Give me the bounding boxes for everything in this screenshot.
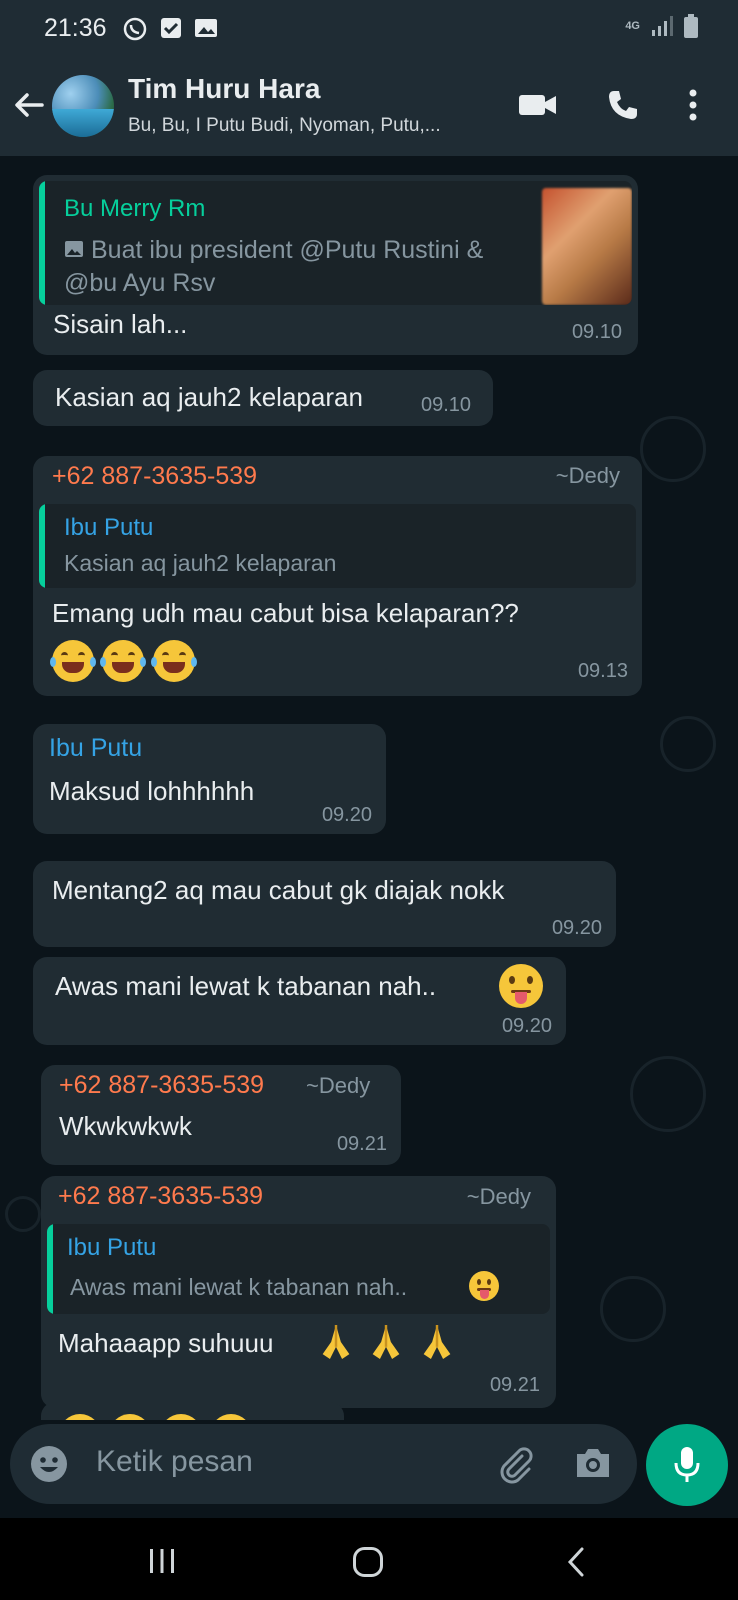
emoji-icon[interactable] — [30, 1445, 68, 1483]
chat-area[interactable]: Bu Merry Rm Buat ibu president @Putu Rus… — [0, 156, 738, 1420]
status-bar: 21:36 4G — [0, 0, 738, 58]
quoted-message[interactable]: Ibu Putu Awas mani lewat k tabanan nah.. — [47, 1224, 550, 1314]
sender-alias: ~Dedy — [555, 463, 620, 488]
folded-hands-emoji-icon — [373, 1325, 400, 1359]
video-call-icon[interactable] — [518, 88, 558, 122]
message-time: 09.13 — [577, 660, 628, 682]
group-members[interactable]: Bu, Bu, I Putu Budi, Nyoman, Putu,... — [128, 115, 498, 137]
sender-name[interactable]: Ibu Putu — [49, 734, 142, 763]
group-avatar[interactable] — [52, 75, 114, 137]
network-type-label: 4G — [625, 20, 640, 32]
message-text: Sisain lah... — [53, 309, 188, 339]
more-options-icon[interactable] — [688, 88, 698, 122]
quoted-text: Awas mani lewat k tabanan nah.. — [70, 1274, 408, 1300]
message-time: 09.20 — [321, 804, 372, 826]
tongue-out-emoji-icon — [469, 1271, 499, 1301]
message-bubble[interactable]: +62 887-3635-539 ~Dedy Ibu Putu Kasian a… — [33, 456, 642, 696]
message-composer[interactable]: Ketik pesan — [10, 1424, 637, 1504]
wallpaper-doodle — [630, 1056, 706, 1132]
camera-icon[interactable] — [574, 1446, 612, 1480]
sender-phone[interactable]: +62 887-3635-539 — [59, 1071, 264, 1100]
message-time: 09.20 — [501, 1015, 552, 1037]
sender-alias: ~Dedy — [466, 1184, 531, 1209]
sender-phone[interactable]: +62 887-3635-539 — [52, 462, 257, 491]
tears-of-joy-emoji-icon — [100, 640, 147, 682]
battery-icon — [684, 14, 698, 38]
quoted-sender: Bu Merry Rm — [64, 195, 206, 222]
voice-call-icon[interactable] — [606, 88, 640, 122]
system-nav-bar — [0, 1518, 738, 1600]
message-bubble-partial[interactable] — [41, 1402, 344, 1420]
folded-hands-emoji-icon — [322, 1325, 350, 1359]
message-time: 09.21 — [489, 1374, 540, 1396]
message-bubble[interactable]: +62 887-3635-539 ~Dedy Wkwkwkwk 09.21 — [41, 1065, 401, 1165]
wallpaper-doodle — [640, 416, 706, 482]
message-bubble[interactable]: Awas mani lewat k tabanan nah.. 09.20 — [33, 957, 566, 1045]
message-time: 09.10 — [571, 321, 622, 343]
message-text: Wkwkwkwk — [59, 1111, 192, 1141]
folded-hands-emoji-row — [319, 1322, 460, 1363]
message-text: Emang udh mau cabut bisa kelaparan?? — [52, 598, 519, 628]
back-arrow-icon[interactable] — [12, 88, 46, 122]
laughing-emoji-row — [50, 640, 199, 683]
back-nav-icon[interactable] — [566, 1546, 586, 1578]
tears-of-joy-emoji-icon — [50, 640, 96, 682]
chat-header: Tim Huru Hara Bu, Bu, I Putu Budi, Nyoma… — [0, 58, 738, 156]
folded-hands-emoji-icon — [423, 1325, 451, 1359]
message-text: Kasian aq jauh2 kelaparan — [55, 382, 363, 412]
wallpaper-doodle — [600, 1276, 666, 1342]
group-title[interactable]: Tim Huru Hara — [128, 73, 320, 105]
quoted-message[interactable]: Bu Merry Rm Buat ibu president @Putu Rus… — [39, 181, 632, 305]
quoted-message[interactable]: Ibu Putu Kasian aq jauh2 kelaparan — [39, 504, 636, 588]
tears-of-joy-emoji-icon — [150, 640, 197, 682]
message-bubble[interactable]: Ibu Putu Maksud lohhhhhh 09.20 — [33, 724, 386, 834]
message-bubble[interactable]: +62 887-3635-539 ~Dedy Ibu Putu Awas man… — [41, 1176, 556, 1408]
message-input[interactable]: Ketik pesan — [96, 1445, 253, 1479]
attach-icon[interactable] — [496, 1444, 536, 1484]
quoted-sender: Ibu Putu — [67, 1234, 157, 1261]
message-bubble[interactable]: Bu Merry Rm Buat ibu president @Putu Rus… — [33, 175, 638, 355]
sender-alias: ~Dedy — [306, 1073, 371, 1098]
wallpaper-doodle — [5, 1196, 41, 1232]
whatsapp-notification-icon — [123, 17, 147, 41]
recents-icon[interactable] — [148, 1548, 176, 1574]
message-text: Mentang2 aq mau cabut gk diajak nokk — [52, 875, 505, 905]
tongue-out-emoji-icon — [499, 964, 543, 1008]
message-text: Mahaaapp suhuuu — [58, 1328, 274, 1358]
quoted-image-thumbnail[interactable] — [542, 188, 632, 305]
quoted-text: Kasian aq jauh2 kelaparan — [64, 550, 337, 576]
quoted-text-line2: @bu Ayu Rsv — [64, 269, 216, 297]
checkbox-notification-icon — [161, 18, 181, 38]
wallpaper-doodle — [660, 716, 716, 772]
signal-icon — [652, 16, 673, 36]
message-bubble[interactable]: Kasian aq jauh2 kelaparan 09.10 — [33, 370, 493, 426]
mic-icon — [674, 1447, 700, 1482]
status-time: 21:36 — [44, 14, 107, 42]
sender-phone[interactable]: +62 887-3635-539 — [58, 1182, 263, 1211]
message-time: 09.20 — [551, 917, 602, 939]
message-text: Maksud lohhhhhh — [49, 776, 255, 806]
quoted-text-line1: Buat ibu president @Putu Rustini & — [91, 236, 484, 264]
home-icon[interactable] — [352, 1546, 384, 1578]
message-time: 09.10 — [421, 394, 472, 416]
message-bubble[interactable]: Mentang2 aq mau cabut gk diajak nokk 09.… — [33, 861, 616, 947]
message-text: Awas mani lewat k tabanan nah.. — [55, 971, 437, 1001]
quoted-sender: Ibu Putu — [64, 514, 154, 541]
voice-record-button[interactable] — [646, 1424, 728, 1506]
image-icon — [65, 241, 83, 257]
message-time: 09.21 — [336, 1133, 387, 1155]
image-notification-icon — [195, 19, 217, 37]
